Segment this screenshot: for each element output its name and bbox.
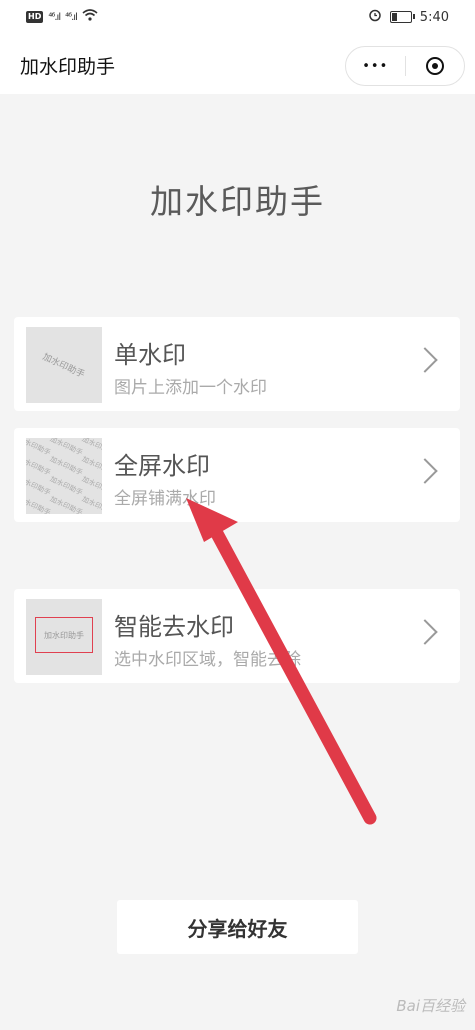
single-watermark-card[interactable]: 加水印助手 单水印 图片上添加一个水印	[14, 317, 460, 411]
card-title: 智能去水印	[114, 613, 234, 641]
fullscreen-watermark-thumbnail: 加水印助手加水印助手加水印助手 加水印助手加水印助手加水印助手 加水印助手加水印…	[26, 438, 102, 514]
alarm-icon	[368, 8, 382, 26]
nav-bar: 加水印助手 •••	[0, 34, 475, 94]
signal-icon: ⁴⁶.ıl	[48, 11, 61, 23]
single-watermark-thumbnail: 加水印助手	[26, 327, 102, 403]
wifi-icon	[82, 9, 98, 25]
share-to-friends-button[interactable]: 分享给好友	[117, 900, 358, 954]
thumbnail-pattern: 加水印助手加水印助手加水印助手 加水印助手加水印助手加水印助手 加水印助手加水印…	[26, 438, 102, 514]
page-title: 加水印助手	[150, 182, 325, 221]
target-icon	[425, 57, 444, 75]
thumbnail-text: 加水印助手	[44, 630, 84, 640]
fullscreen-watermark-card[interactable]: 加水印助手加水印助手加水印助手 加水印助手加水印助手加水印助手 加水印助手加水印…	[14, 428, 460, 522]
card-title: 全屏水印	[114, 452, 210, 480]
more-button[interactable]: •••	[346, 47, 405, 85]
nav-title: 加水印助手	[20, 56, 116, 78]
card-subtitle: 图片上添加一个水印	[114, 378, 267, 398]
battery-icon	[389, 11, 415, 23]
smart-remove-thumbnail: 加水印助手	[26, 599, 102, 675]
selection-box: 加水印助手	[35, 617, 93, 653]
thumbnail-text: 加水印助手	[40, 352, 86, 381]
baidu-watermark: Bai百经验	[396, 997, 465, 1015]
smart-remove-watermark-card[interactable]: 加水印助手 智能去水印 选中水印区域，智能去除	[14, 589, 460, 683]
card-title: 单水印	[114, 341, 186, 369]
status-bar: HD ⁴⁶.ıl ⁴⁶.ıl 5:40	[0, 0, 475, 34]
card-subtitle: 选中水印区域，智能去除	[114, 650, 301, 670]
more-icon: •••	[362, 58, 389, 74]
hd-icon: HD	[26, 11, 44, 23]
close-mini-program-button[interactable]	[406, 47, 465, 85]
card-subtitle: 全屏铺满水印	[114, 489, 216, 509]
signal-icon-2: ⁴⁶.ıl	[65, 11, 78, 23]
chevron-right-icon	[412, 458, 438, 484]
mini-program-capsule: •••	[345, 46, 465, 86]
chevron-right-icon	[412, 619, 438, 645]
chevron-right-icon	[412, 347, 438, 373]
clock-time: 5:40	[419, 9, 449, 25]
